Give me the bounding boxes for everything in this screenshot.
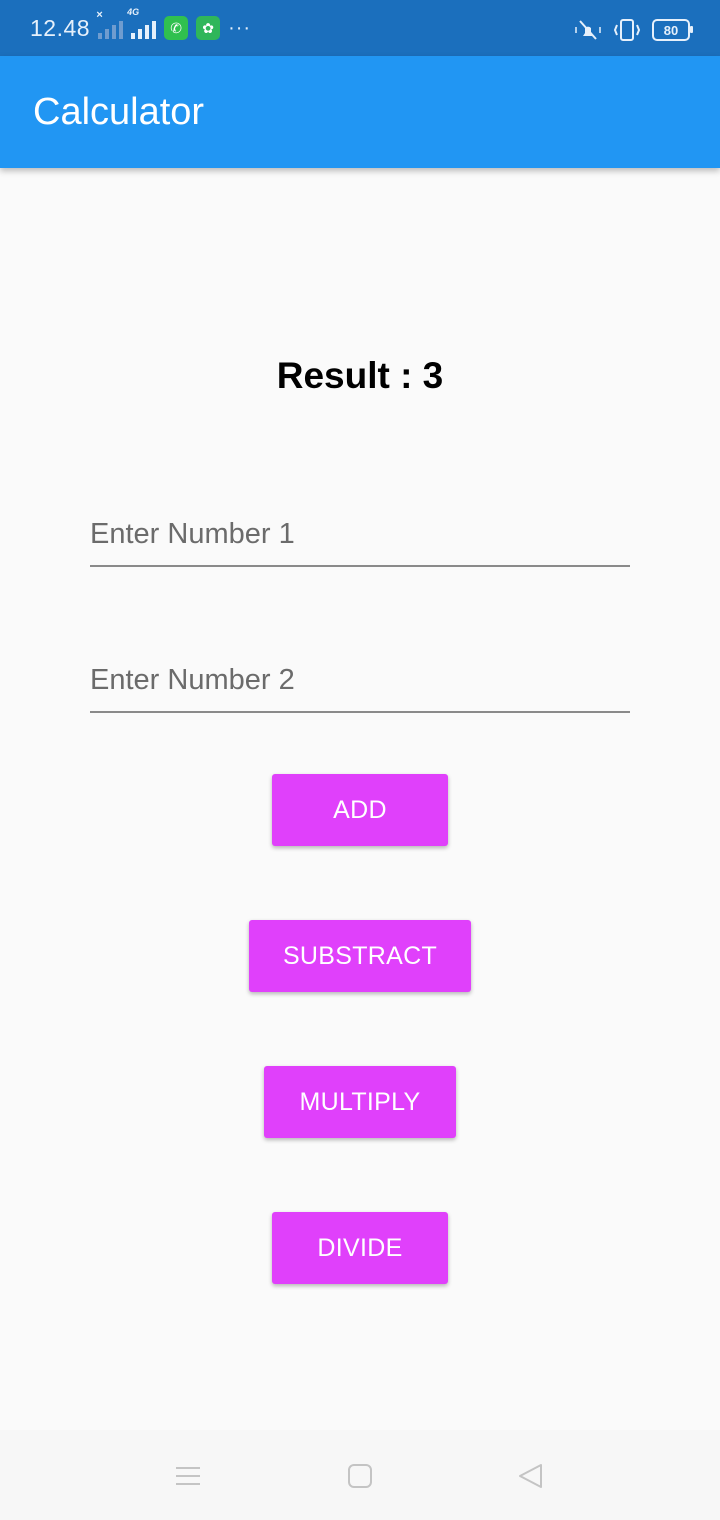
number2-field[interactable] [90, 651, 630, 713]
signal-x-icon: × [96, 9, 124, 39]
whatsapp-icon: ✆ [164, 16, 189, 40]
number2-input[interactable] [90, 651, 630, 709]
navigation-bar [0, 1430, 720, 1520]
vibrate-icon [613, 19, 641, 41]
app-title: Calculator [33, 91, 205, 133]
home-icon[interactable] [343, 1462, 377, 1492]
battery-icon: 80 [652, 19, 693, 41]
multiply-button[interactable]: MULTIPLY [264, 1066, 456, 1138]
number1-field[interactable] [90, 505, 630, 567]
more-notifications-icon: ··· [228, 16, 252, 39]
number1-input[interactable] [90, 505, 630, 563]
signal-4g-icon: 4G [127, 7, 157, 39]
app-notification-icon: ✿ [196, 16, 221, 40]
back-icon[interactable] [514, 1462, 548, 1492]
app-bar: Calculator [0, 56, 720, 168]
status-time: 12.48 [30, 14, 91, 41]
mute-icon [575, 20, 601, 40]
subtract-button[interactable]: SUBSTRACT [249, 920, 471, 992]
add-button[interactable]: ADD [272, 774, 448, 846]
result-label: Result : 3 [276, 355, 444, 396]
status-bar: 12.48 × 4G ✆ ✿ ··· 80 [0, 0, 720, 56]
divide-button[interactable]: DIVIDE [272, 1212, 448, 1284]
menu-icon[interactable] [171, 1462, 205, 1492]
